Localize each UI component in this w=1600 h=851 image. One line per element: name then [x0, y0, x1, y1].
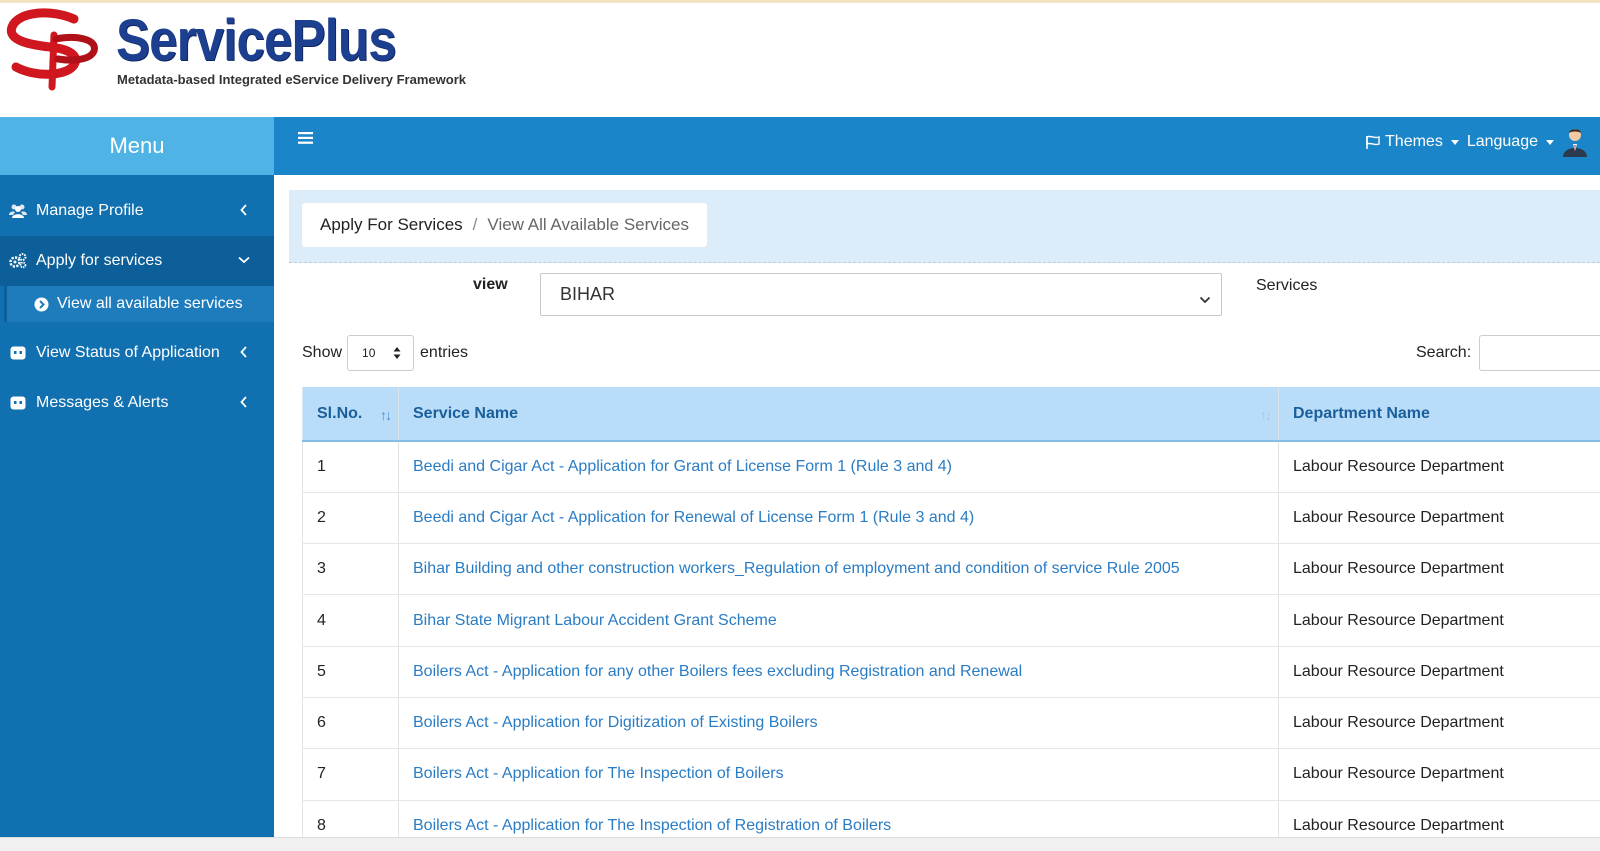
sort-icon: ↑↓ — [1260, 407, 1272, 423]
language-dropdown[interactable]: Language — [1467, 133, 1554, 151]
state-select[interactable]: BIHAR — [540, 273, 1222, 316]
service-link[interactable]: Bihar State Migrant Labour Accident Gran… — [398, 594, 1279, 647]
cell-department: Labour Resource Department — [1278, 646, 1600, 698]
cell-department: Labour Resource Department — [1278, 748, 1600, 801]
flag-icon — [1365, 135, 1381, 150]
column-header-slno[interactable]: Sl.No. ↑↓ — [302, 387, 399, 442]
brand-title: ServicePlus — [116, 8, 397, 73]
cell-slno: 7 — [302, 748, 399, 801]
chevron-left-icon — [236, 202, 252, 218]
brand-subtitle: Metadata-based Integrated eService Deliv… — [117, 72, 466, 87]
cell-slno: 5 — [302, 646, 399, 698]
service-link[interactable]: Bihar Building and other construction wo… — [398, 543, 1279, 596]
menu-header: Menu — [0, 117, 274, 175]
cell-slno: 1 — [302, 441, 399, 493]
chevron-left-icon — [236, 344, 252, 360]
themes-label: Themes — [1385, 133, 1443, 150]
cogs-icon — [8, 251, 28, 271]
search-label: Search: — [1416, 344, 1472, 361]
chevron-left-icon — [236, 394, 252, 410]
cell-slno: 2 — [302, 492, 399, 545]
hamburger-menu-icon[interactable] — [298, 128, 314, 151]
themes-dropdown[interactable]: Themes — [1365, 133, 1459, 151]
entries-label: entries — [420, 344, 469, 361]
entries-value: 10 — [362, 346, 376, 360]
main-content: Apply For Services / View All Available … — [289, 190, 1600, 851]
cell-department: Labour Resource Department — [1278, 697, 1600, 750]
column-header-department-name[interactable]: Department Name — [1278, 387, 1600, 442]
table-row: 1 Beedi and Cigar Act - Application for … — [302, 441, 1600, 493]
serviceplus-logo-icon — [6, 8, 98, 91]
sidebar-item-view-status[interactable]: View Status of Application — [0, 328, 274, 378]
app-icon — [8, 393, 28, 413]
column-header-service-name[interactable]: Service Name ↑↓ — [398, 387, 1279, 442]
view-label: view — [473, 276, 508, 293]
entries-select[interactable]: 10 — [347, 335, 415, 371]
service-link[interactable]: Beedi and Cigar Act - Application for Re… — [398, 492, 1279, 545]
cell-slno: 6 — [302, 697, 399, 750]
service-link[interactable]: Beedi and Cigar Act - Application for Gr… — [398, 441, 1279, 493]
user-avatar-icon[interactable] — [1562, 127, 1588, 157]
table-row: 3 Bihar Building and other construction … — [302, 543, 1600, 596]
table-row: 4 Bihar State Migrant Labour Accident Gr… — [302, 594, 1600, 647]
sort-arrows-icon — [393, 347, 401, 359]
table-row: 7 Boilers Act - Application for The Insp… — [302, 748, 1600, 801]
bottom-status-strip — [0, 837, 1600, 851]
sidebar-subitem-label: View all available services — [57, 295, 243, 312]
breadcrumb-apply-for-services[interactable]: Apply For Services — [320, 215, 463, 235]
show-label: Show — [302, 344, 343, 361]
service-link[interactable]: Boilers Act - Application for Digitizati… — [398, 697, 1279, 750]
sidebar-item-apply-for-services[interactable]: Apply for services — [0, 236, 274, 286]
cell-slno: 3 — [302, 543, 399, 596]
sort-ascending-icon: ↑↓ — [380, 407, 392, 423]
sidebar-item-label: View Status of Application — [36, 344, 220, 361]
table-header-row: Sl.No. ↑↓ Service Name ↑↓ Department Nam… — [302, 387, 1600, 442]
cell-department: Labour Resource Department — [1278, 543, 1600, 596]
caret-down-icon — [1450, 139, 1459, 145]
search-input[interactable] — [1479, 335, 1600, 371]
caret-down-icon — [1546, 139, 1554, 145]
services-table: Sl.No. ↑↓ Service Name ↑↓ Department Nam… — [302, 387, 1600, 851]
top-navbar: Themes Language — [274, 117, 1600, 175]
navbar-right: Themes Language — [1357, 127, 1588, 157]
cell-slno: 4 — [302, 594, 399, 647]
users-icon — [8, 201, 28, 221]
breadcrumb-bar: Apply For Services / View All Available … — [289, 190, 1600, 263]
breadcrumb-separator: / — [472, 215, 478, 234]
sidebar-item-label: Apply for services — [36, 252, 163, 269]
sidebar-item-label: Manage Profile — [36, 202, 144, 219]
cell-department: Labour Resource Department — [1278, 594, 1600, 647]
sidebar-item-label: Messages & Alerts — [36, 394, 169, 411]
sidebar-item-messages-alerts[interactable]: Messages & Alerts — [0, 378, 274, 428]
table-row: 5 Boilers Act - Application for any othe… — [302, 646, 1600, 698]
chevron-down-icon — [236, 252, 252, 268]
cell-department: Labour Resource Department — [1278, 492, 1600, 545]
show-entries-control: Show 10 entries — [302, 335, 468, 371]
table-row: 2 Beedi and Cigar Act - Application for … — [302, 492, 1600, 545]
service-link[interactable]: Boilers Act - Application for any other … — [398, 646, 1279, 698]
chevron-circle-right-icon — [33, 296, 49, 312]
state-select-value: BIHAR — [560, 284, 616, 304]
breadcrumb: Apply For Services / View All Available … — [302, 203, 707, 247]
service-link[interactable]: Boilers Act - Application for The Inspec… — [398, 748, 1279, 801]
sidebar-subitem-view-all-services[interactable]: View all available services — [4, 286, 274, 322]
app-icon — [8, 343, 28, 363]
services-label: Services — [1256, 277, 1318, 294]
sidebar: Menu Manage Profile Apply for services V… — [0, 117, 274, 837]
breadcrumb-current: View All Available Services — [487, 215, 689, 234]
language-label: Language — [1466, 133, 1538, 150]
sidebar-item-manage-profile[interactable]: Manage Profile — [0, 186, 274, 236]
chevron-down-icon — [1199, 288, 1211, 309]
cell-department: Labour Resource Department — [1278, 441, 1600, 493]
table-row: 6 Boilers Act - Application for Digitiza… — [302, 697, 1600, 750]
logo-header: ServicePlus Metadata-based Integrated eS… — [0, 3, 1600, 117]
